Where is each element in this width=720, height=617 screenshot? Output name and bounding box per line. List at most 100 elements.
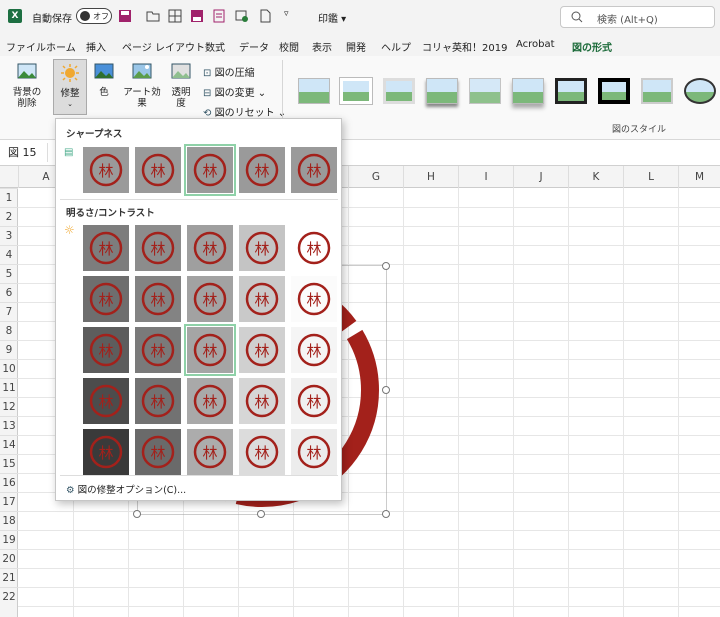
brightness-contrast-option[interactable]: 林 <box>291 276 337 322</box>
select-all-corner[interactable] <box>0 166 18 188</box>
compress-pictures-button[interactable]: ⊡ 図の圧縮 <box>203 64 255 79</box>
column-header[interactable]: I <box>458 166 513 188</box>
tab-insert[interactable]: 挿入 <box>86 39 106 54</box>
row-header[interactable]: 18 <box>0 511 18 530</box>
tab-data[interactable]: データ <box>239 39 269 54</box>
resize-handle[interactable] <box>382 262 390 270</box>
brightness-contrast-option[interactable]: 林 <box>239 327 285 373</box>
save-icon[interactable] <box>118 9 132 23</box>
picture-style-8[interactable] <box>598 78 630 104</box>
tab-developer[interactable]: 開発 <box>346 39 366 54</box>
picture-style-4[interactable] <box>426 78 458 104</box>
row-header[interactable]: 13 <box>0 416 18 435</box>
brightness-contrast-option[interactable]: 林 <box>187 225 233 271</box>
column-header[interactable]: M <box>678 166 720 188</box>
row-header[interactable]: 10 <box>0 359 18 378</box>
picture-style-9[interactable] <box>641 78 673 104</box>
search-box[interactable]: 検索 (Alt+Q) <box>560 6 715 28</box>
name-box[interactable]: 図 15 <box>4 143 48 162</box>
picture-style-6[interactable] <box>512 78 544 104</box>
brightness-contrast-option[interactable]: 林 <box>291 429 337 475</box>
brightness-contrast-option[interactable]: 林 <box>184 324 236 376</box>
column-header[interactable]: G <box>348 166 403 188</box>
brightness-contrast-option[interactable]: 林 <box>239 429 285 475</box>
sharpness-option[interactable]: 林 <box>239 147 285 193</box>
brightness-contrast-option[interactable]: 林 <box>135 378 181 424</box>
tab-view[interactable]: 表示 <box>312 39 332 54</box>
row-header[interactable]: 19 <box>0 530 18 549</box>
resize-handle[interactable] <box>257 510 265 518</box>
resize-handle[interactable] <box>382 386 390 394</box>
artistic-effects-button[interactable]: アート効果 <box>120 62 164 109</box>
row-header[interactable]: 17 <box>0 492 18 511</box>
row-header[interactable]: 15 <box>0 454 18 473</box>
row-header[interactable]: 14 <box>0 435 18 454</box>
autosave-toggle[interactable]: オフ <box>76 8 112 24</box>
brightness-contrast-option[interactable]: 林 <box>239 225 285 271</box>
tab-help[interactable]: ヘルプ <box>381 39 411 54</box>
brightness-contrast-option[interactable]: 林 <box>83 276 129 322</box>
corrections-button[interactable]: 修整 ⌄ <box>53 59 87 115</box>
tab-review[interactable]: 校閲 <box>279 39 299 54</box>
picture-style-3[interactable] <box>383 78 415 104</box>
picture-style-7[interactable] <box>555 78 587 104</box>
tab-korya-eiwa[interactable]: コリャ英和！2019 <box>422 39 507 54</box>
document-icon[interactable] <box>258 9 272 23</box>
save-as-icon[interactable] <box>190 9 204 23</box>
brightness-contrast-option[interactable]: 林 <box>291 225 337 271</box>
row-header[interactable]: 3 <box>0 226 18 245</box>
sharpness-option[interactable]: 林 <box>135 147 181 193</box>
row-header[interactable]: 1 <box>0 188 18 207</box>
brightness-contrast-option[interactable]: 林 <box>83 429 129 475</box>
picture-style-2[interactable] <box>340 78 372 104</box>
resize-handle[interactable] <box>382 510 390 518</box>
brightness-contrast-option[interactable]: 林 <box>187 429 233 475</box>
picture-style-1[interactable] <box>298 78 330 104</box>
form-icon[interactable] <box>212 9 226 23</box>
color-button[interactable]: 色 <box>92 62 116 98</box>
column-header[interactable]: L <box>623 166 678 188</box>
table-icon[interactable] <box>168 9 182 23</box>
customize-qat-chevron-icon[interactable]: ▿ <box>284 9 289 19</box>
brightness-contrast-option[interactable]: 林 <box>135 276 181 322</box>
brightness-contrast-option[interactable]: 林 <box>291 327 337 373</box>
resize-handle[interactable] <box>133 510 141 518</box>
brightness-contrast-option[interactable]: 林 <box>135 225 181 271</box>
brightness-contrast-option[interactable]: 林 <box>83 327 129 373</box>
row-header[interactable]: 21 <box>0 568 18 587</box>
tab-home[interactable]: ホーム <box>46 39 76 54</box>
column-header[interactable]: H <box>403 166 458 188</box>
brightness-contrast-option[interactable]: 林 <box>239 276 285 322</box>
change-picture-button[interactable]: ⊟ 図の変更 ⌄ <box>203 84 266 99</box>
row-header[interactable]: 9 <box>0 340 18 359</box>
document-title[interactable]: 印鑑 ▾ <box>318 10 346 25</box>
brightness-contrast-option[interactable]: 林 <box>187 276 233 322</box>
row-header[interactable]: 16 <box>0 473 18 492</box>
brightness-contrast-option[interactable]: 林 <box>83 378 129 424</box>
row-header[interactable]: 8 <box>0 321 18 340</box>
tab-formulas[interactable]: 数式 <box>205 39 225 54</box>
brightness-contrast-option[interactable]: 林 <box>187 378 233 424</box>
row-header[interactable]: 5 <box>0 264 18 283</box>
brightness-contrast-option[interactable]: 林 <box>135 429 181 475</box>
column-header[interactable]: J <box>513 166 568 188</box>
row-header[interactable]: 11 <box>0 378 18 397</box>
brightness-contrast-option[interactable]: 林 <box>83 225 129 271</box>
row-header[interactable]: 20 <box>0 549 18 568</box>
column-header[interactable]: K <box>568 166 623 188</box>
picture-style-10[interactable] <box>684 78 716 104</box>
image-edit-icon[interactable] <box>235 9 249 23</box>
tab-acrobat[interactable]: Acrobat <box>516 39 555 50</box>
brightness-contrast-option[interactable]: 林 <box>239 378 285 424</box>
row-header[interactable]: 22 <box>0 587 18 606</box>
picture-corrections-options-link[interactable]: ⚙ 図の修整オプション(C)... <box>66 482 186 496</box>
brightness-contrast-option[interactable]: 林 <box>135 327 181 373</box>
sharpness-option[interactable]: 林 <box>291 147 337 193</box>
tab-page-layout[interactable]: ページ レイアウト <box>122 39 205 54</box>
tab-file[interactable]: ファイル <box>6 39 46 54</box>
row-header[interactable]: 2 <box>0 207 18 226</box>
open-folder-icon[interactable] <box>146 9 160 23</box>
reset-picture-button[interactable]: ⟲ 図のリセット ⌄ <box>203 104 286 119</box>
row-header[interactable]: 4 <box>0 245 18 264</box>
remove-background-button[interactable]: 背景の 削除 <box>8 62 46 109</box>
